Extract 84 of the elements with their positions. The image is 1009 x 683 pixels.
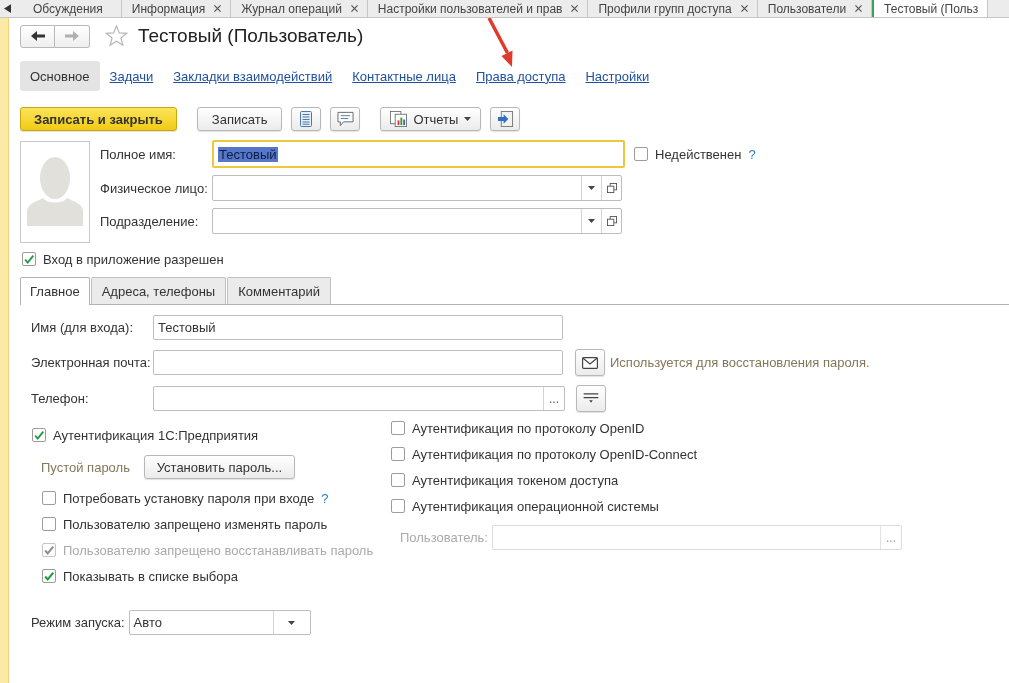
close-icon[interactable]	[740, 5, 748, 12]
dropdown-field[interactable]	[212, 208, 622, 234]
section-link[interactable]: Закладки взаимодействий	[163, 61, 343, 91]
close-icon[interactable]	[214, 5, 222, 12]
checkbox-label: Пользователю запрещено изменять пароль	[63, 516, 328, 532]
close-icon[interactable]	[571, 5, 579, 12]
report-icon	[390, 111, 408, 127]
text-field[interactable]: Тестовый	[212, 140, 625, 168]
person-silhouette-icon	[27, 154, 83, 226]
caret-icon	[588, 219, 595, 223]
list-icon	[300, 111, 313, 127]
field-label: Режим запуска:	[31, 615, 125, 630]
checkbox-label: Аутентификация по протоколу OpenID	[412, 420, 645, 436]
close-icon[interactable]	[855, 5, 863, 12]
field-label: Телефон:	[31, 391, 90, 406]
tab[interactable]: Главное	[20, 277, 90, 305]
hint-text: Используется для восстановления пароля.	[610, 355, 870, 370]
checkbox-label: Аутентификация операционной системы	[412, 498, 659, 514]
help-link[interactable]: ?	[321, 490, 329, 506]
checkbox[interactable]	[42, 569, 56, 583]
section-link[interactable]: Задачи	[99, 61, 164, 91]
document-arrow-icon	[496, 111, 514, 127]
help-link[interactable]: ?	[748, 146, 756, 162]
phone-options-button[interactable]	[576, 385, 606, 412]
star-icon[interactable]	[105, 25, 128, 47]
right-arrow-icon	[65, 31, 79, 41]
send-email-button[interactable]	[575, 349, 605, 376]
checkbox-label: Показывать в списке выбора	[63, 568, 238, 584]
caret-icon	[464, 117, 472, 121]
tab[interactable]: Комментарий	[227, 277, 332, 304]
checkbox-label: Аутентификация токеном доступа	[412, 472, 619, 488]
checkbox[interactable]	[391, 421, 405, 435]
dropdown-field[interactable]: Авто	[128, 610, 311, 635]
select-button[interactable]: ...	[543, 387, 564, 410]
checkbox-label: Вход в приложение разрешен	[43, 251, 224, 267]
section-tab[interactable]: Основное	[20, 61, 100, 91]
checkbox[interactable]	[42, 491, 56, 505]
caret-icon	[288, 620, 296, 625]
overlapping-squares-icon	[606, 183, 617, 193]
checkbox[interactable]	[391, 499, 405, 513]
left-arrow-icon	[30, 31, 45, 41]
window-tab[interactable]: Тестовый (Польз	[872, 0, 989, 17]
email-field[interactable]	[153, 350, 563, 375]
field-label: Физическое лицо:	[100, 180, 209, 196]
field-label: Подразделение:	[100, 213, 200, 229]
checkbox-label: Аутентификация 1С:Предприятия	[53, 427, 259, 443]
field-label: Имя (для входа):	[31, 319, 135, 335]
checkbox[interactable]	[42, 517, 56, 531]
close-icon[interactable]	[350, 5, 358, 12]
text-field[interactable]: Тестовый	[153, 314, 563, 340]
comment-button[interactable]	[330, 107, 361, 131]
section-link[interactable]: Права доступа	[465, 61, 576, 91]
checkbox-label: Пользователю запрещено восстанавливать пароль	[63, 542, 374, 558]
dropdown-field[interactable]	[212, 175, 622, 201]
save-button[interactable]: Записать	[196, 107, 283, 131]
checkbox[interactable]	[391, 473, 405, 487]
caret-icon	[588, 186, 595, 190]
checkbox-label: Потребовать установку пароля при входе	[63, 490, 315, 506]
checkbox-label: Недейственен	[655, 146, 742, 162]
section-link[interactable]: Контактные лица	[342, 61, 466, 91]
window-title: Тестовый (Пользователь)	[138, 25, 364, 47]
triangle-icon	[4, 4, 11, 13]
envelope-icon	[582, 356, 598, 369]
save-and-close-button[interactable]: Записать и закрыть	[20, 107, 177, 131]
section-link[interactable]: Настройки	[575, 61, 660, 91]
reports-button[interactable]: Отчеты	[380, 107, 482, 131]
phone-field[interactable]: ...	[153, 386, 565, 411]
field-label: Электронная почта:	[31, 355, 152, 370]
speech-bubble-icon	[336, 111, 354, 127]
list-button[interactable]	[291, 107, 322, 131]
lines-icon	[583, 393, 599, 404]
tab[interactable]: Адреса, телефоны	[90, 277, 227, 304]
checkbox[interactable]	[391, 447, 405, 461]
set-password-button[interactable]: Установить пароль...	[143, 455, 295, 479]
export-button[interactable]	[490, 107, 521, 131]
checkbox-label: Аутентификация по протоколу OpenID-Connect	[412, 446, 698, 462]
checkbox[interactable]	[32, 428, 46, 442]
overlapping-squares-icon	[606, 216, 617, 226]
field-label: Полное имя:	[100, 146, 177, 162]
password-status: Пустой пароль	[41, 459, 130, 475]
field-label: Пользователь:	[400, 530, 489, 545]
checkbox[interactable]	[634, 147, 648, 161]
checkbox[interactable]	[22, 252, 36, 266]
back-button[interactable]	[20, 24, 55, 48]
